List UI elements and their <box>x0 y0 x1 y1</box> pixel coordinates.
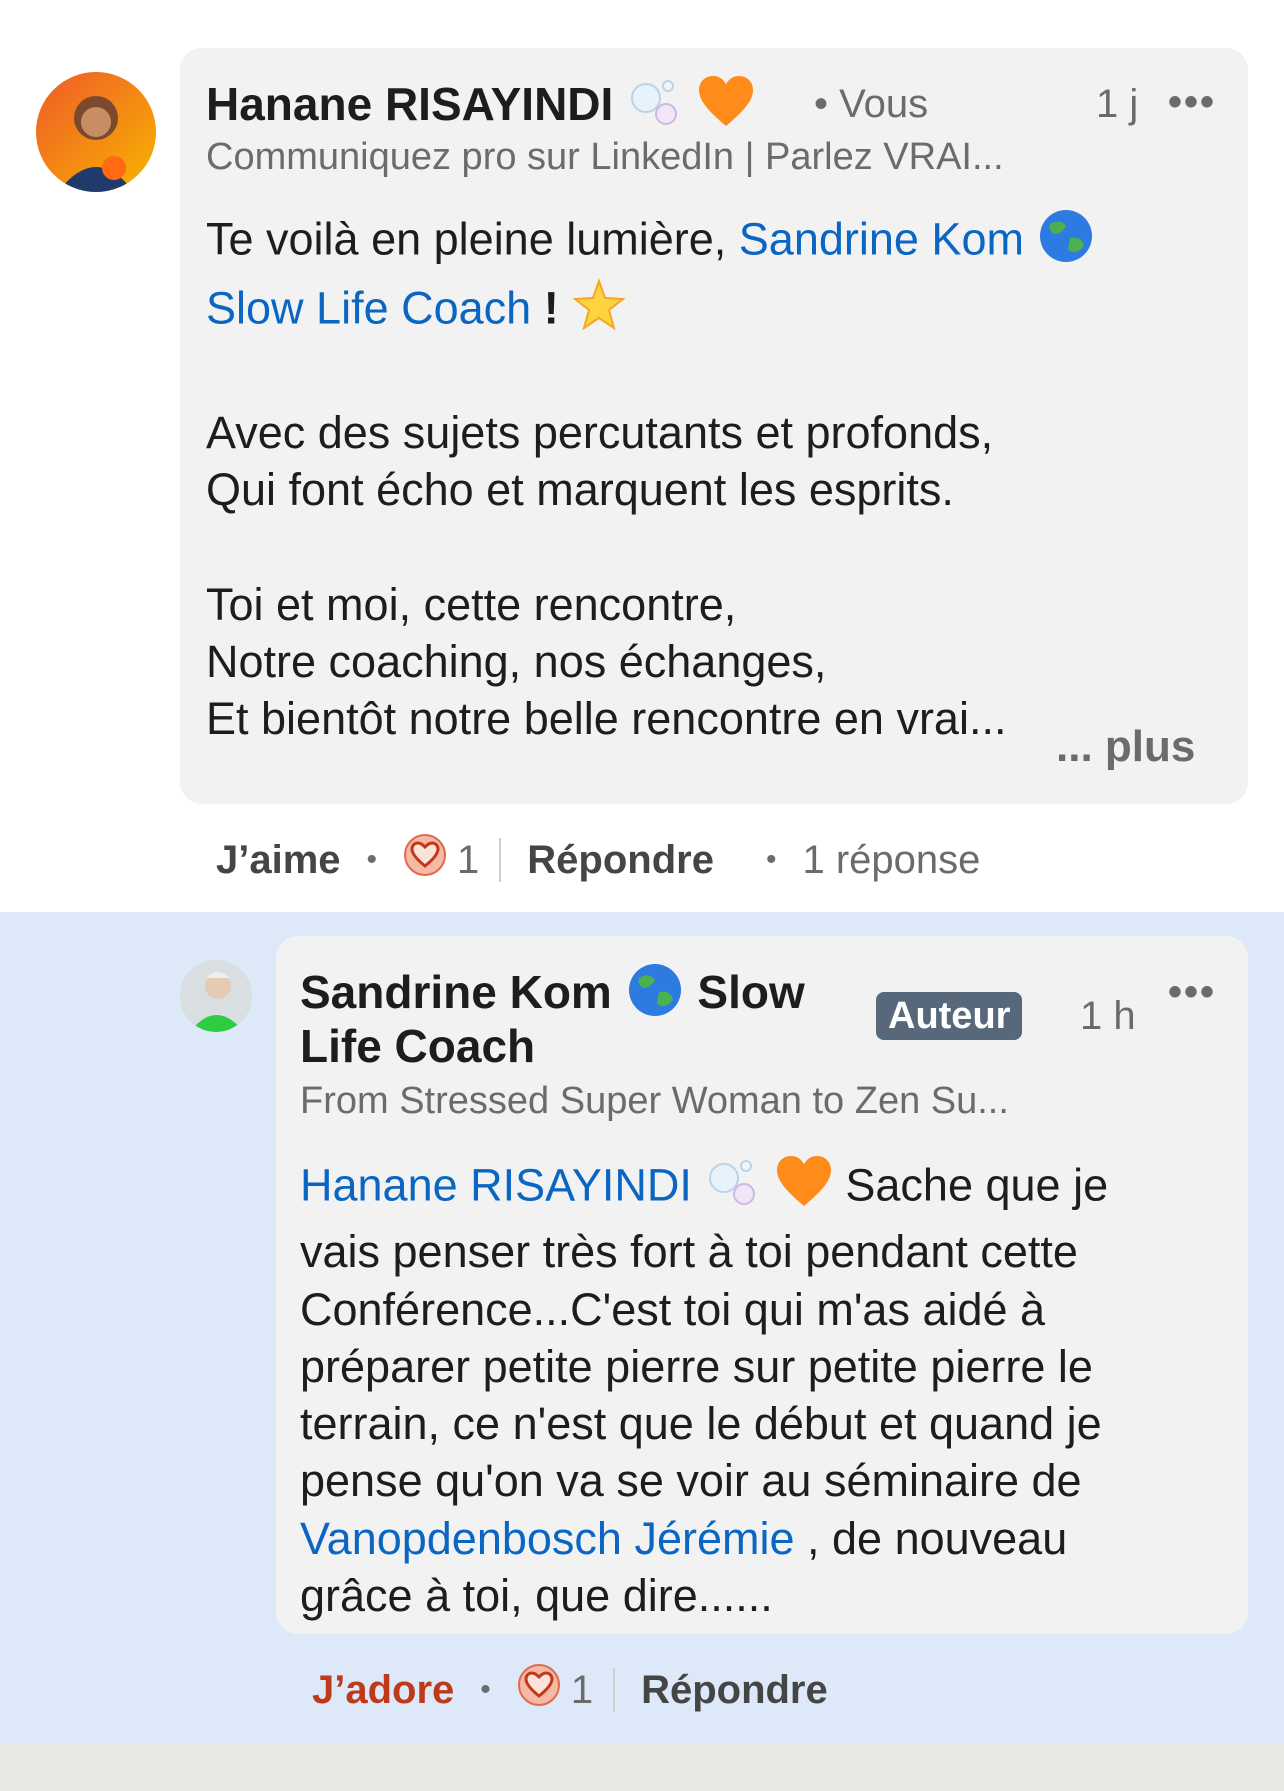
mention-hanane[interactable]: Hanane RISAYINDI <box>300 1160 692 1211</box>
reply-button[interactable]: Répondre <box>527 838 714 883</box>
mention-sandrine[interactable]: Sandrine Kom <box>739 214 1024 265</box>
comment-author-headline: Communiquez pro sur LinkedIn | Parlez VR… <box>206 136 1004 178</box>
reply-line: préparer petite pierre sur petite pierre… <box>300 1340 1093 1392</box>
reply-actions: J’adore • 1 Répondre <box>312 1662 828 1718</box>
separator-dot: • <box>480 1673 491 1706</box>
comment-line: Avec des sujets percutants et profonds, <box>206 406 994 458</box>
comment-actions: J’aime • 1 Répondre • 1 réponse <box>216 832 980 888</box>
author-you-label: • Vous <box>814 82 929 126</box>
reply-text: Sache que je <box>845 1159 1109 1211</box>
reply-author-name-line2[interactable]: Life Coach <box>300 1018 535 1074</box>
comment-time: 1 j <box>1096 82 1139 126</box>
globe-icon <box>1036 208 1096 277</box>
glowing-star-icon <box>571 277 627 346</box>
reply-author-headline: From Stressed Super Woman to Zen Su... <box>300 1080 1009 1122</box>
replies-count-link[interactable]: 1 réponse <box>803 838 981 883</box>
reaction-count[interactable]: 1 <box>457 838 479 883</box>
mention-vanopdenbosch[interactable]: Vanopdenbosch Jérémie <box>300 1513 795 1564</box>
reply-time: 1 h <box>1080 994 1136 1038</box>
reply-button[interactable]: Répondre <box>641 1668 828 1713</box>
separator-dot: • <box>366 843 378 876</box>
orange-heart-icon <box>775 1154 833 1223</box>
love-reaction-icon[interactable] <box>517 1663 561 1717</box>
reply-line: grâce à toi, que dire...... <box>300 1570 773 1622</box>
bubbles-emoji-icon <box>704 1154 762 1223</box>
reply-more-options-icon[interactable]: ••• <box>1168 970 1216 1015</box>
comment-body: Te voilà en pleine lumière, Sandrine Kom… <box>206 208 1236 748</box>
reply-line: pense qu'on va se voir au séminaire de <box>300 1455 1082 1507</box>
bottom-strip <box>0 1744 1284 1791</box>
comment-more-options-icon[interactable]: ••• <box>1168 80 1216 125</box>
avatar-sandrine[interactable] <box>180 960 252 1032</box>
reply-line: Conférence...C'est toi qui m'as aidé à <box>300 1283 1046 1335</box>
author-name-text[interactable]: Hanane RISAYINDI <box>206 78 613 130</box>
reply-author-text[interactable]: Sandrine Kom <box>300 966 612 1018</box>
orange-heart-icon <box>697 74 755 142</box>
love-button[interactable]: J’adore <box>312 1668 454 1713</box>
reply-author-text[interactable]: Slow <box>697 966 804 1018</box>
reply-line: vais penser très fort à toi pendant cett… <box>300 1226 1078 1278</box>
avatar-hanane[interactable] <box>36 72 156 192</box>
love-reaction-icon[interactable] <box>403 833 447 887</box>
globe-icon <box>625 962 685 1030</box>
bubbles-emoji-icon <box>626 74 684 142</box>
reaction-count[interactable]: 1 <box>571 1668 593 1713</box>
comment-text: Te voilà en pleine lumière, <box>206 213 739 265</box>
see-more-link[interactable]: ... plus <box>1056 722 1195 772</box>
reply-text: , de nouveau <box>807 1512 1068 1564</box>
comment-text: ! <box>543 282 572 334</box>
comment-line: Toi et moi, cette rencontre, <box>206 578 737 630</box>
separator-dot: • <box>765 843 777 876</box>
comment-author-name[interactable]: Hanane RISAYINDI <box>206 74 755 142</box>
like-button[interactable]: J’aime <box>216 838 341 883</box>
reply-line: terrain, ce n'est que le début et quand … <box>300 1398 1102 1450</box>
reply-body: Hanane RISAYINDI Sache que je vais pense… <box>300 1154 1240 1624</box>
author-badge: Auteur <box>876 992 1023 1040</box>
comment-line: Qui font écho et marquent les esprits. <box>206 464 954 516</box>
action-divider <box>613 1668 616 1712</box>
action-divider <box>499 838 502 882</box>
comment-line: Notre coaching, nos échanges, <box>206 636 827 688</box>
mention-sandrine-title[interactable]: Slow Life Coach <box>206 283 531 334</box>
